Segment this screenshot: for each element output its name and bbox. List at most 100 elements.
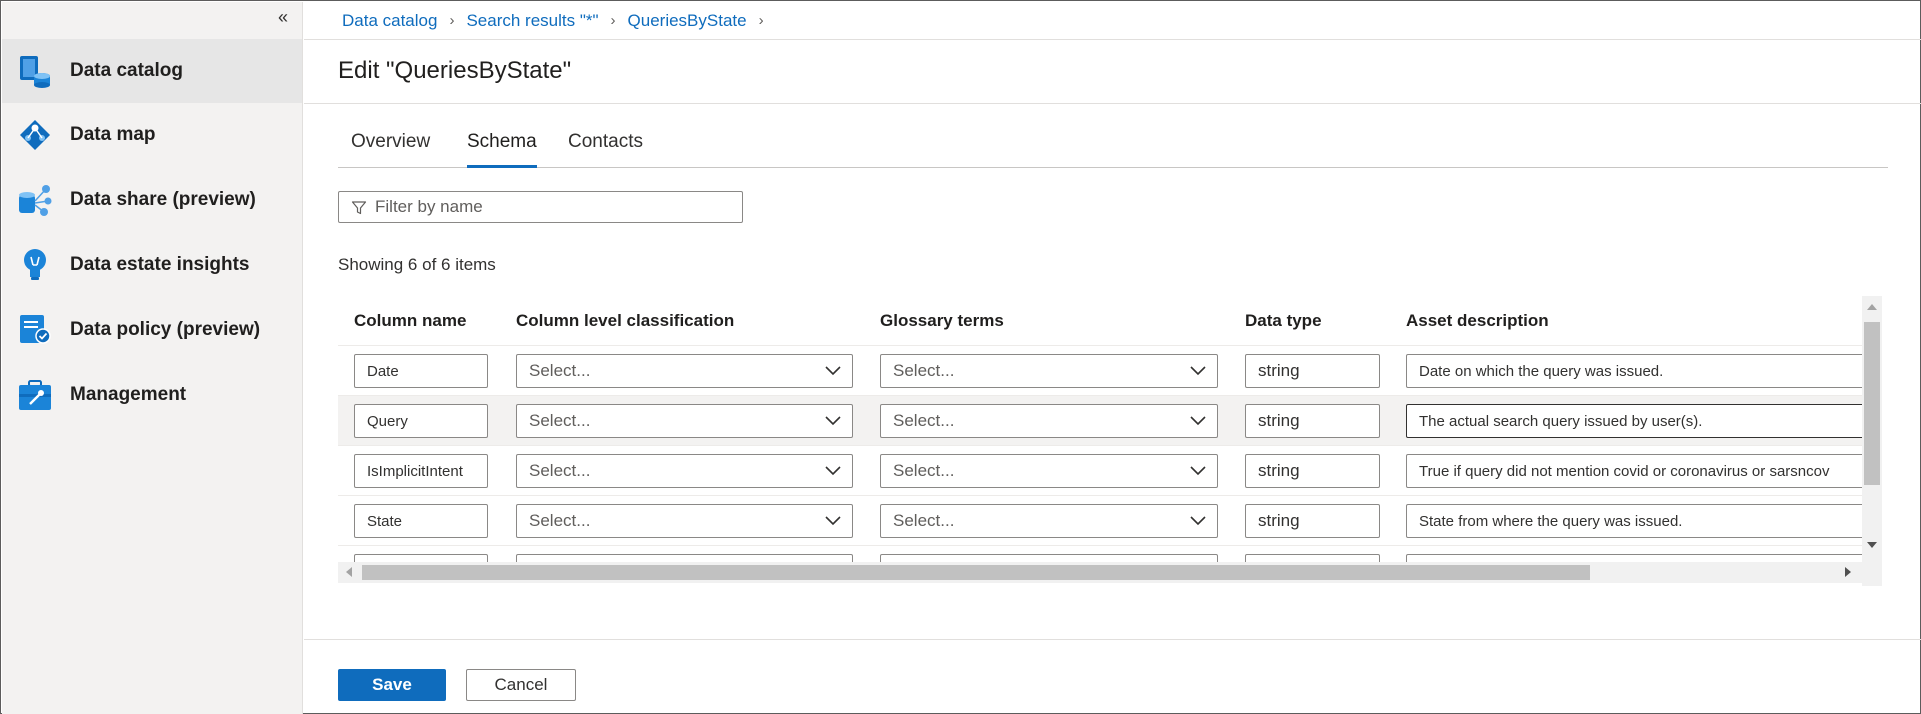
chevron-right-icon: › <box>758 12 764 29</box>
asset-description-field[interactable] <box>1406 554 1862 562</box>
cancel-button[interactable]: Cancel <box>466 669 576 701</box>
select-value: Select... <box>529 511 591 530</box>
data-type-field[interactable]: string <box>1245 454 1380 488</box>
sidebar-item-label: Data share (preview) <box>70 189 256 210</box>
chevron-down-icon <box>1190 466 1206 476</box>
tab-bar: Overview Schema Contacts <box>338 128 1888 168</box>
item-count: Showing 6 of 6 items <box>338 255 496 274</box>
data-type-field[interactable]: string <box>1245 354 1380 388</box>
column-header-name[interactable]: Column name <box>354 311 466 331</box>
glossary-select[interactable] <box>880 554 1218 562</box>
data-type-field[interactable] <box>1245 554 1380 562</box>
column-header-glossary[interactable]: Glossary terms <box>880 311 1004 331</box>
asset-description-field[interactable]: True if query did not mention covid or c… <box>1406 454 1876 488</box>
tab-overview[interactable]: Overview <box>351 131 430 153</box>
data-map-icon <box>20 120 50 150</box>
divider <box>304 639 1921 640</box>
classification-select[interactable]: Select... <box>516 504 853 538</box>
column-header-data-type[interactable]: Data type <box>1245 311 1322 331</box>
table-row: IsImplicitIntent Select... Select... str… <box>338 446 1876 496</box>
table-row: Date Select... Select... string Date on … <box>338 346 1876 396</box>
tab-contacts[interactable]: Contacts <box>568 131 643 153</box>
column-name-field[interactable]: State <box>354 504 488 538</box>
breadcrumb: Data catalog › Search results "*" › Quer… <box>304 2 1921 40</box>
sidebar-item-label: Data catalog <box>70 60 183 81</box>
horizontal-scroll-thumb[interactable] <box>362 565 1590 580</box>
scroll-right-arrow-icon[interactable] <box>1845 567 1851 577</box>
chevron-right-icon: › <box>610 12 616 29</box>
chevron-down-icon <box>1190 416 1206 426</box>
breadcrumb-data-catalog[interactable]: Data catalog <box>342 11 437 31</box>
scroll-up-arrow-icon[interactable] <box>1867 304 1877 310</box>
sidebar-item-data-catalog[interactable]: Data catalog <box>2 39 302 103</box>
asset-description-field[interactable]: State from where the query was issued. <box>1406 504 1876 538</box>
sidebar-item-label: Data policy (preview) <box>70 319 261 340</box>
column-header-classification[interactable]: Column level classification <box>516 311 734 331</box>
asset-description-field[interactable]: The actual search query issued by user(s… <box>1406 404 1876 438</box>
chevron-down-icon <box>825 366 841 376</box>
column-name-field[interactable]: Date <box>354 354 488 388</box>
chevron-down-icon <box>825 466 841 476</box>
select-value: Select... <box>893 461 955 480</box>
vertical-scroll-thumb[interactable] <box>1864 322 1880 485</box>
management-icon <box>19 380 51 410</box>
glossary-select[interactable]: Select... <box>880 404 1218 438</box>
schema-table: Column name Column level classification … <box>338 296 1889 586</box>
chevron-down-icon <box>825 516 841 526</box>
table-row <box>338 546 1862 562</box>
sidebar-item-data-share[interactable]: Data share (preview) <box>2 168 302 232</box>
tab-schema-label: Schema <box>467 131 537 152</box>
table-header: Column name Column level classification … <box>338 296 1862 346</box>
table-row: Query Select... Select... string The act… <box>338 396 1876 446</box>
breadcrumb-search-results[interactable]: Search results "*" <box>466 11 598 31</box>
data-share-icon <box>19 185 52 216</box>
data-type-field[interactable]: string <box>1245 504 1380 538</box>
chevron-down-icon <box>825 416 841 426</box>
insights-icon <box>24 249 46 280</box>
chevron-down-icon <box>1190 366 1206 376</box>
classification-select[interactable]: Select... <box>516 404 853 438</box>
page-title: Edit "QueriesByState" <box>338 57 572 84</box>
breadcrumb-queries-by-state[interactable]: QueriesByState <box>628 11 747 31</box>
select-value: Select... <box>893 361 955 380</box>
glossary-select[interactable]: Select... <box>880 354 1218 388</box>
scroll-down-arrow-icon[interactable] <box>1867 542 1877 548</box>
horizontal-scrollbar[interactable] <box>338 562 1882 583</box>
sidebar-item-management[interactable]: Management <box>2 363 302 427</box>
app-frame: « Data catalog Data map Data share (prev… <box>0 0 1921 714</box>
asset-description-field[interactable]: Date on which the query was issued. <box>1406 354 1876 388</box>
filter-by-name-input[interactable] <box>375 196 735 218</box>
sidebar-item-data-estate-insights[interactable]: Data estate insights <box>2 233 302 297</box>
save-button[interactable]: Save <box>338 669 446 701</box>
column-name-field[interactable]: Query <box>354 404 488 438</box>
sidebar-item-data-policy[interactable]: Data policy (preview) <box>2 298 302 362</box>
classification-select[interactable]: Select... <box>516 354 853 388</box>
select-value: Select... <box>893 511 955 530</box>
chevron-right-icon: › <box>449 12 455 29</box>
filter-field[interactable] <box>338 191 743 223</box>
glossary-select[interactable]: Select... <box>880 504 1218 538</box>
select-value: Select... <box>893 411 955 430</box>
glossary-select[interactable]: Select... <box>880 454 1218 488</box>
data-catalog-icon <box>20 56 50 88</box>
sidebar-item-label: Data map <box>70 124 156 145</box>
sidebar: « Data catalog Data map Data share (prev… <box>2 2 303 714</box>
policy-icon <box>20 315 51 344</box>
vertical-scrollbar[interactable] <box>1862 296 1882 586</box>
tab-schema[interactable]: Schema <box>467 131 537 168</box>
sidebar-item-data-map[interactable]: Data map <box>2 103 302 167</box>
select-value: Select... <box>529 411 591 430</box>
active-tab-indicator <box>467 165 537 168</box>
chevron-down-icon <box>1190 516 1206 526</box>
column-name-field[interactable] <box>354 554 488 562</box>
sidebar-item-label: Management <box>70 384 187 405</box>
classification-select[interactable] <box>516 554 853 562</box>
column-header-description[interactable]: Asset description <box>1406 311 1549 331</box>
data-type-field[interactable]: string <box>1245 404 1380 438</box>
classification-select[interactable]: Select... <box>516 454 853 488</box>
collapse-sidebar-icon[interactable]: « <box>278 8 288 26</box>
scroll-left-arrow-icon[interactable] <box>346 567 352 577</box>
filter-icon <box>351 201 367 215</box>
column-name-field[interactable]: IsImplicitIntent <box>354 454 488 488</box>
table-row: State Select... Select... string State f… <box>338 496 1876 546</box>
